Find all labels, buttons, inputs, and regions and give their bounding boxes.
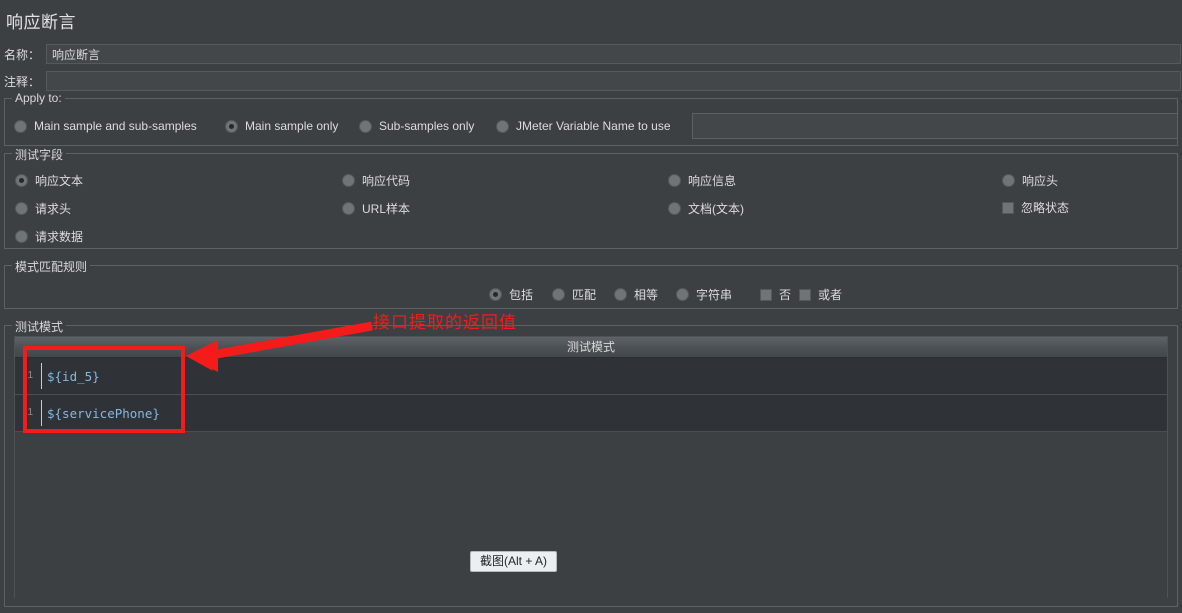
radio-label: 相等 (634, 288, 659, 302)
radio-icon (342, 174, 355, 187)
row-cell[interactable]: ${id_5} (37, 358, 1167, 394)
radio-contains[interactable]: 包括 (489, 286, 533, 303)
radio-icon (15, 174, 28, 187)
comment-input[interactable] (46, 71, 1181, 91)
radio-response-code[interactable]: 响应代码 (342, 172, 410, 189)
test-pattern-group-title: 测试模式 (12, 318, 67, 335)
checkbox-icon (799, 288, 811, 301)
comment-label: 注释： (4, 74, 41, 89)
radio-label: URL样本 (362, 202, 411, 216)
row-cell[interactable]: ${servicePhone} (37, 395, 1167, 431)
test-pattern-table[interactable]: 测试模式 1 ${id_5} 1 ${servicePhone} (14, 336, 1168, 600)
radio-main-sample-and-sub-samples[interactable]: Main sample and sub-samples (14, 119, 197, 133)
radio-label: 请求头 (35, 202, 72, 216)
radio-icon (15, 230, 28, 243)
radio-response-message[interactable]: 响应信息 (668, 172, 736, 189)
pattern-rules-group-title: 模式匹配规则 (12, 258, 91, 275)
radio-matches[interactable]: 匹配 (552, 286, 596, 303)
checkbox-icon (1002, 201, 1014, 214)
screenshot-button[interactable]: 截图(Alt + A) (470, 551, 558, 572)
radio-icon (676, 288, 689, 301)
radio-icon (14, 119, 27, 133)
radio-document-text[interactable]: 文档(文本) (668, 200, 744, 217)
radio-icon (225, 119, 238, 133)
radio-icon (552, 288, 565, 301)
checkbox-ignore-status[interactable]: 忽略状态 (1002, 199, 1069, 216)
checkbox-icon (760, 288, 772, 301)
radio-substring[interactable]: 字符串 (676, 286, 732, 303)
row-number: 1 (15, 358, 37, 394)
radio-label: 匹配 (572, 288, 597, 302)
radio-label: 响应信息 (688, 174, 737, 188)
comment-row: 注释： (0, 70, 1181, 92)
radio-icon (489, 288, 502, 301)
radio-label: 请求数据 (35, 230, 84, 244)
cell-text: ${servicePhone} (47, 405, 160, 421)
radio-icon (359, 119, 372, 133)
radio-label: Sub-samples only (379, 119, 475, 133)
page-title: 响应断言 (6, 13, 76, 32)
radio-label: JMeter Variable Name to use (516, 119, 671, 133)
radio-label: Main sample only (245, 119, 339, 133)
radio-label: 响应文本 (35, 174, 84, 188)
radio-request-data[interactable]: 请求数据 (15, 228, 83, 245)
checkbox-label: 或者 (818, 288, 843, 302)
table-row[interactable]: 1 ${id_5} (15, 358, 1167, 395)
radio-icon (496, 119, 509, 133)
radio-response-text[interactable]: 响应文本 (15, 172, 83, 189)
table-empty-area[interactable] (15, 432, 1167, 600)
radio-label: 响应头 (1022, 174, 1059, 188)
name-row: 名称： (0, 43, 1181, 65)
checkbox-label: 否 (779, 288, 792, 302)
radio-icon (614, 288, 627, 301)
radio-url-sample[interactable]: URL样本 (342, 200, 410, 217)
radio-label: 包括 (509, 288, 534, 302)
radio-jmeter-variable-name[interactable]: JMeter Variable Name to use (496, 119, 671, 133)
radio-icon (1002, 174, 1015, 187)
radio-icon (342, 202, 355, 215)
checkbox-or[interactable]: 或者 (799, 286, 842, 303)
radio-label: 字符串 (696, 288, 733, 302)
name-input[interactable] (46, 44, 1181, 64)
table-row[interactable]: 1 ${servicePhone} (15, 395, 1167, 432)
radio-label: 文档(文本) (688, 202, 744, 216)
row-number: 1 (15, 395, 37, 431)
jmeter-variable-name-input[interactable] (692, 113, 1178, 139)
radio-sub-samples-only[interactable]: Sub-samples only (359, 119, 474, 133)
radio-request-header[interactable]: 请求头 (15, 200, 71, 217)
cell-text: ${id_5} (47, 368, 100, 384)
radio-response-headers[interactable]: 响应头 (1002, 172, 1058, 189)
radio-label: 响应代码 (362, 174, 411, 188)
apply-to-group-title: Apply to: (12, 91, 65, 105)
checkbox-label: 忽略状态 (1021, 201, 1070, 215)
radio-main-sample-only[interactable]: Main sample only (225, 119, 338, 133)
checkbox-not[interactable]: 否 (760, 286, 791, 303)
radio-label: Main sample and sub-samples (34, 119, 197, 133)
annotation-text: 接口提取的返回值 (373, 313, 517, 332)
table-column-header: 测试模式 (15, 337, 1167, 358)
radio-icon (668, 174, 681, 187)
test-field-group-title: 测试字段 (12, 146, 67, 163)
radio-icon (15, 202, 28, 215)
radio-equals[interactable]: 相等 (614, 286, 658, 303)
name-label: 名称： (4, 47, 41, 62)
radio-icon (668, 202, 681, 215)
